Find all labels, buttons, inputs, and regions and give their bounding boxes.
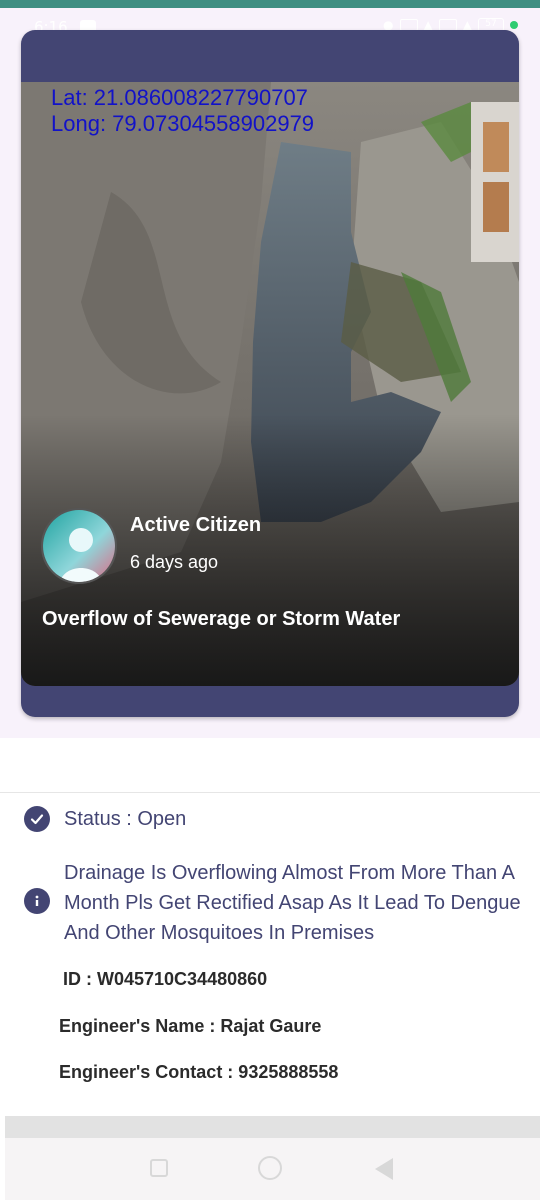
longitude-text: Long: 79.07304558902979: [51, 111, 315, 136]
info-circle-icon: [24, 888, 50, 914]
privacy-indicator-icon: [510, 21, 518, 29]
section-divider: [0, 792, 540, 793]
bottom-separator: [5, 1116, 540, 1138]
triangle-back-icon[interactable]: [375, 1158, 393, 1180]
avatar[interactable]: [41, 508, 117, 584]
complaint-card[interactable]: Lat: 21.086008227790707 Long: 79.0730455…: [21, 30, 519, 717]
user-name: Active Citizen: [130, 514, 262, 536]
user-avatar-icon: [43, 510, 115, 582]
geo-coordinates-overlay: Lat: 21.086008227790707 Long: 79.0730455…: [51, 85, 314, 137]
posted-time: 6 days ago: [130, 552, 219, 572]
latitude-text: Lat: 21.086008227790707: [51, 85, 308, 110]
square-icon[interactable]: [150, 1159, 168, 1177]
system-navigation-bar: [5, 1138, 540, 1200]
status-label: Status : Open: [64, 807, 187, 830]
complaint-description: Drainage Is Overflowing Almost From More…: [64, 862, 521, 944]
sewage-photo-illustration: [21, 82, 519, 686]
top-accent-bar: [0, 0, 540, 8]
status-row: Status : Open: [24, 806, 186, 832]
complaint-photo[interactable]: Lat: 21.086008227790707 Long: 79.0730455…: [21, 82, 519, 686]
check-circle-icon: [24, 806, 50, 832]
complaint-id: ID : W045710C34480860: [63, 969, 268, 989]
engineer-name: Engineer's Name : Rajat Gaure: [59, 1016, 322, 1036]
complaint-category-title: Overflow of Sewerage or Storm Water: [42, 608, 401, 630]
circle-icon[interactable]: [258, 1156, 282, 1180]
engineer-contact[interactable]: Engineer's Contact : 9325888558: [59, 1062, 338, 1083]
